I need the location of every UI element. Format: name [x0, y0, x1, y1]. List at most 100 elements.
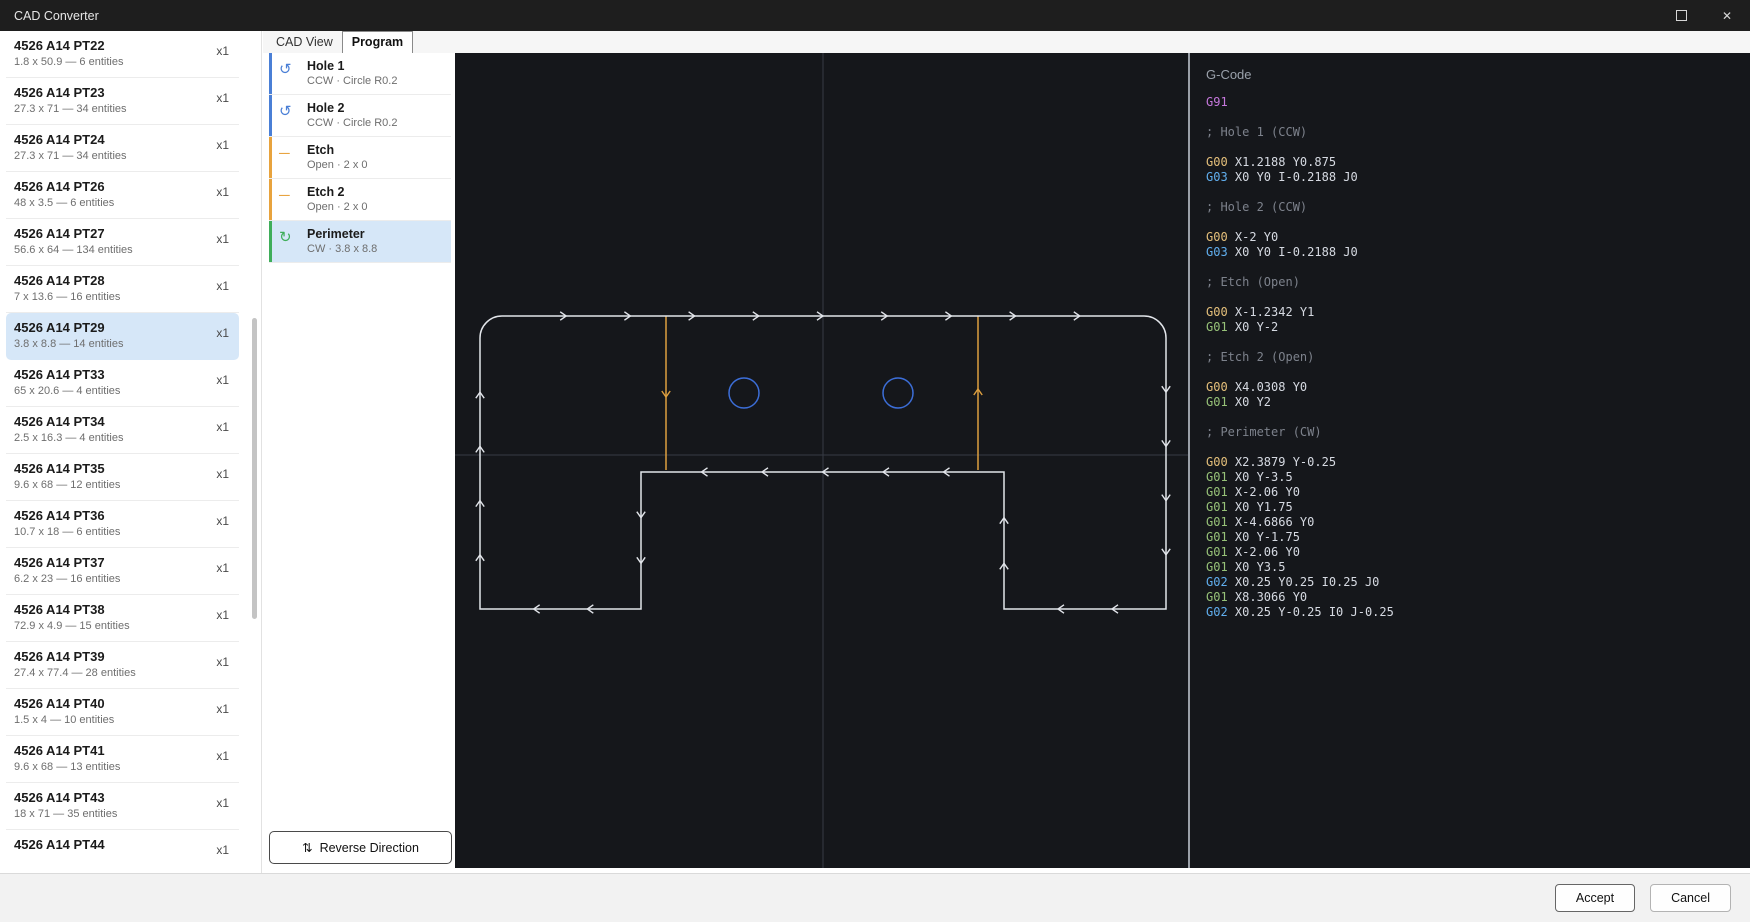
part-list-item[interactable]: 4526 A14 PT376.2 x 23 — 16 entitiesx1	[6, 548, 239, 595]
part-list-item[interactable]: 4526 A14 PT35 9.6 x 68 — 12 entitiesx1	[6, 454, 239, 501]
part-details: 27.4 x 77.4 — 28 entities	[14, 667, 239, 679]
part-name: 4526 A14 PT35	[14, 461, 239, 476]
part-name: 4526 A14 PT37	[14, 555, 239, 570]
operation-item[interactable]: ↺Hole 2CCW · Circle R0.2	[269, 95, 451, 137]
part-quantity: x1	[216, 655, 229, 669]
reverse-direction-button[interactable]: ⇅ Reverse Direction	[269, 831, 452, 864]
operation-subtitle: CCW · Circle R0.2	[307, 117, 451, 129]
part-list: 4526 A14 PT221.8 x 50.9 — 6 entitiesx1 45…	[0, 31, 261, 873]
gcode-line	[1206, 410, 1750, 425]
operation-item[interactable]: ─Etch 2Open · 2 x 0	[269, 179, 451, 221]
part-details: 56.6 x 64 — 134 entities	[14, 244, 239, 256]
gcode-line	[1206, 290, 1750, 305]
gcode-line: ; Perimeter (CW)	[1206, 425, 1750, 440]
part-quantity: x1	[216, 185, 229, 199]
gcode-line: G00 X4.0308 Y0	[1206, 380, 1750, 395]
part-list-item[interactable]: 4526 A14 PT2327.3 x 71 — 34 entitiesx1	[6, 78, 239, 125]
part-list-item[interactable]: 4526 A14 PT3872.9 x 4.9 — 15 entitiesx1	[6, 595, 239, 642]
sidebar-scrollbar[interactable]	[252, 31, 257, 873]
maximize-button[interactable]	[1658, 0, 1704, 31]
part-name: 4526 A14 PT39	[14, 649, 239, 664]
part-quantity: x1	[216, 514, 229, 528]
operation-item[interactable]: ↻ Perimeter CW · 3.8 x 8.8	[269, 221, 451, 263]
part-list-item[interactable]: 4526 A14 PT221.8 x 50.9 — 6 entitiesx1	[6, 31, 239, 78]
operation-color-stripe	[269, 137, 272, 178]
cad-canvas[interactable]	[455, 53, 1188, 868]
part-name: 4526 A14 PT24	[14, 132, 239, 147]
part-quantity: x1	[216, 138, 229, 152]
titlebar: CAD Converter ✕	[0, 0, 1750, 31]
gcode-line: G01 X0 Y1.75	[1206, 500, 1750, 515]
gcode-line: G01 X0 Y-2	[1206, 320, 1750, 335]
gcode-line: G91	[1206, 95, 1750, 110]
part-list-item[interactable]: 4526 A14 PT39 27.4 x 77.4 — 28 entitiesx1	[6, 642, 239, 689]
gcode-line	[1206, 365, 1750, 380]
part-quantity: x1	[216, 608, 229, 622]
close-icon: ✕	[1722, 9, 1732, 23]
part-list-item[interactable]: 4526 A14 PT44x1	[6, 830, 239, 873]
part-list-item[interactable]: 4526 A14 PT342.5 x 16.3 — 4 entitiesx1	[6, 407, 239, 454]
gcode-line: G00 X-1.2342 Y1	[1206, 305, 1750, 320]
operation-item[interactable]: ↺Hole 1CCW · Circle R0.2	[269, 53, 451, 95]
gcode-line: G01 X0 Y3.5	[1206, 560, 1750, 575]
tab-strip: CAD View Program	[263, 31, 1750, 53]
part-details: 2.5 x 16.3 — 4 entities	[14, 432, 239, 444]
tab-cad-view[interactable]: CAD View	[267, 32, 342, 53]
part-list-item[interactable]: 4526 A14 PT3610.7 x 18 — 6 entitiesx1	[6, 501, 239, 548]
parts-sidebar: 4526 A14 PT221.8 x 50.9 — 6 entitiesx1 45…	[0, 31, 262, 873]
part-list-item[interactable]: 4526 A14 PT4318 x 71 — 35 entitiesx1	[6, 783, 239, 830]
part-quantity: x1	[216, 44, 229, 58]
part-details: 9.6 x 68 — 12 entities	[14, 479, 239, 491]
part-quantity: x1	[216, 467, 229, 481]
cancel-button[interactable]: Cancel	[1650, 884, 1731, 912]
part-quantity: x1	[216, 420, 229, 434]
operation-subtitle: Open · 2 x 0	[307, 159, 451, 171]
part-name: 4526 A14 PT23	[14, 85, 239, 100]
tab-program[interactable]: Program	[342, 31, 413, 53]
gcode-line: G00 X1.2188 Y0.875	[1206, 155, 1750, 170]
part-list-item[interactable]: 4526 A14 PT287 x 13.6 — 16 entitiesx1	[6, 266, 239, 313]
part-quantity: x1	[216, 796, 229, 810]
part-name: 4526 A14 PT40	[14, 696, 239, 711]
scrollbar-thumb[interactable]	[252, 318, 257, 619]
part-details: 3.8 x 8.8 — 14 entities	[14, 338, 239, 350]
part-details: 9.6 x 68 — 13 entities	[14, 761, 239, 773]
gcode-line: G01 X0 Y-3.5	[1206, 470, 1750, 485]
cw-loop-icon: ↻	[279, 230, 292, 245]
gcode-line: G03 X0 Y0 I-0.2188 J0	[1206, 170, 1750, 185]
operation-color-stripe	[269, 221, 272, 262]
close-button[interactable]: ✕	[1704, 0, 1750, 31]
part-details: 7 x 13.6 — 16 entities	[14, 291, 239, 303]
gcode-line: ; Hole 1 (CCW)	[1206, 125, 1750, 140]
part-list-item[interactable]: 4526 A14 PT2756.6 x 64 — 134 entitiesx1	[6, 219, 239, 266]
part-list-item[interactable]: 4526 A14 PT2427.3 x 71 — 34 entitiesx1	[6, 125, 239, 172]
part-list-item[interactable]: 4526 A14 PT41 9.6 x 68 — 13 entitiesx1	[6, 736, 239, 783]
gcode-line: G02 X0.25 Y0.25 I0.25 J0	[1206, 575, 1750, 590]
part-list-item[interactable]: 4526 A14 PT2648 x 3.5 — 6 entitiesx1	[6, 172, 239, 219]
main-area: CAD View Program ↺Hole 1CCW · Circle R0.…	[263, 31, 1750, 873]
gcode-line	[1206, 140, 1750, 155]
gcode-lines: G91 ; Hole 1 (CCW) G00 X1.2188 Y0.875G03…	[1206, 95, 1750, 620]
part-name: 4526 A14 PT44	[14, 837, 239, 852]
operation-item[interactable]: ─EtchOpen · 2 x 0	[269, 137, 451, 179]
part-quantity: x1	[216, 326, 229, 340]
part-name: 4526 A14 PT41	[14, 743, 239, 758]
part-list-item[interactable]: 4526 A14 PT401.5 x 4 — 10 entitiesx1	[6, 689, 239, 736]
accept-button[interactable]: Accept	[1555, 884, 1635, 912]
part-quantity: x1	[216, 749, 229, 763]
operation-subtitle: CW · 3.8 x 8.8	[307, 243, 451, 255]
ccw-circle-icon: ↺	[279, 62, 292, 77]
gcode-line: G01 X-2.06 Y0	[1206, 545, 1750, 560]
swap-arrows-icon: ⇅	[302, 840, 312, 855]
gcode-line	[1206, 110, 1750, 125]
operation-title: Perimeter	[307, 227, 451, 241]
gcode-line: ; Etch 2 (Open)	[1206, 350, 1750, 365]
part-list-item[interactable]: 4526 A14 PT3365 x 20.6 — 4 entitiesx1	[6, 360, 239, 407]
gcode-line: G03 X0 Y0 I-0.2188 J0	[1206, 245, 1750, 260]
part-details: 27.3 x 71 — 34 entities	[14, 103, 239, 115]
operation-color-stripe	[269, 53, 272, 94]
part-quantity: x1	[216, 279, 229, 293]
part-list-item[interactable]: 4526 A14 PT293.8 x 8.8 — 14 entitiesx1	[6, 313, 239, 360]
program-panel: ↺Hole 1CCW · Circle R0.2↺Hole 2CCW · Cir…	[263, 53, 455, 873]
part-details: 18 x 71 — 35 entities	[14, 808, 239, 820]
